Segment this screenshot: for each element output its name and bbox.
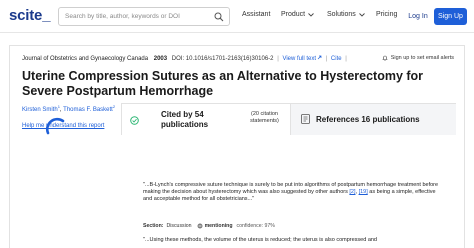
references-label: References 16 publications — [316, 115, 420, 124]
tab-references[interactable]: References 16 publications — [291, 104, 456, 135]
mentioning-badge: mentioning — [204, 223, 233, 229]
citation-quote: "...B-Lynch's compressive suture techniq… — [143, 182, 439, 203]
citation-tabs: Cited by 54 publications (20 citation st… — [121, 103, 456, 135]
author-list: Kirsten Smith1, Thomas F. Baskett2 — [22, 104, 115, 113]
chevron-down-icon — [308, 12, 314, 17]
cited-by-icon — [130, 116, 139, 125]
reference-link[interactable]: [2] — [349, 189, 355, 195]
publication-year: 2003 — [153, 56, 168, 62]
article-meta: Journal of Obstetrics and Gynaecology Ca… — [22, 55, 347, 62]
doi: DOI: 10.1016/s1701-2163(16)30106-2 — [171, 56, 274, 62]
author-affiliation-marker: 2 — [112, 104, 116, 109]
author-link[interactable]: Thomas F. Baskett — [63, 107, 113, 113]
bell-icon — [382, 55, 388, 61]
author-link[interactable]: Kirsten Smith — [22, 107, 58, 113]
cited-by-label: Cited by 54 publications — [161, 110, 209, 129]
top-navbar: scite_ Assistant Product Solutions Prici… — [0, 0, 474, 33]
search-input[interactable] — [59, 8, 209, 25]
nav-assistant[interactable]: Assistant — [242, 11, 270, 18]
citation-quote-2: "...Using these methods, the volume of t… — [143, 237, 377, 243]
login-button[interactable]: Log In — [404, 8, 432, 25]
view-full-text-label: View full text — [282, 56, 317, 62]
references-icon — [301, 114, 310, 124]
view-full-text-link[interactable]: View full text — [282, 55, 322, 62]
confidence-score: confidence: 97% — [236, 223, 275, 229]
nav-solutions-label: Solutions — [327, 11, 356, 18]
nav-product-label: Product — [281, 11, 306, 18]
section-value: Discussion — [166, 223, 192, 229]
tab-cited-by[interactable]: Cited by 54 publications (20 citation st… — [121, 104, 291, 135]
reference-link[interactable]: [19] — [359, 189, 368, 195]
loading-spinner-icon — [46, 117, 65, 135]
nav-solutions[interactable]: Solutions — [327, 11, 365, 18]
nav-pricing[interactable]: Pricing — [376, 11, 397, 18]
email-alert-label: Sign up to set email alerts — [390, 55, 454, 61]
section-label: Section: — [143, 223, 164, 229]
cite-link[interactable]: Cite — [331, 56, 342, 62]
search-box[interactable] — [58, 7, 230, 26]
nav-product[interactable]: Product — [281, 11, 314, 18]
email-alert[interactable]: Sign up to set email alerts — [382, 55, 454, 61]
scite-logo[interactable]: scite_ — [9, 7, 51, 24]
nav-assistant-label: Assistant — [242, 11, 271, 18]
search-icon[interactable] — [214, 12, 224, 22]
signup-button[interactable]: Sign Up — [434, 8, 467, 25]
article-title: Uterine Compression Sutures as an Altern… — [22, 69, 424, 98]
nav-pricing-label: Pricing — [376, 11, 398, 18]
citation-snippet: "...B-Lynch's compressive suture techniq… — [135, 175, 455, 248]
chevron-down-icon — [358, 12, 365, 17]
citation-meta: Section: Discussion mentioning confidenc… — [143, 223, 275, 229]
citation-statements-count: (20 citation statements) — [250, 111, 279, 124]
mentioning-icon — [197, 223, 203, 229]
journal-name: Journal of Obstetrics and Gynaecology Ca… — [22, 56, 149, 62]
external-link-icon — [317, 55, 322, 60]
